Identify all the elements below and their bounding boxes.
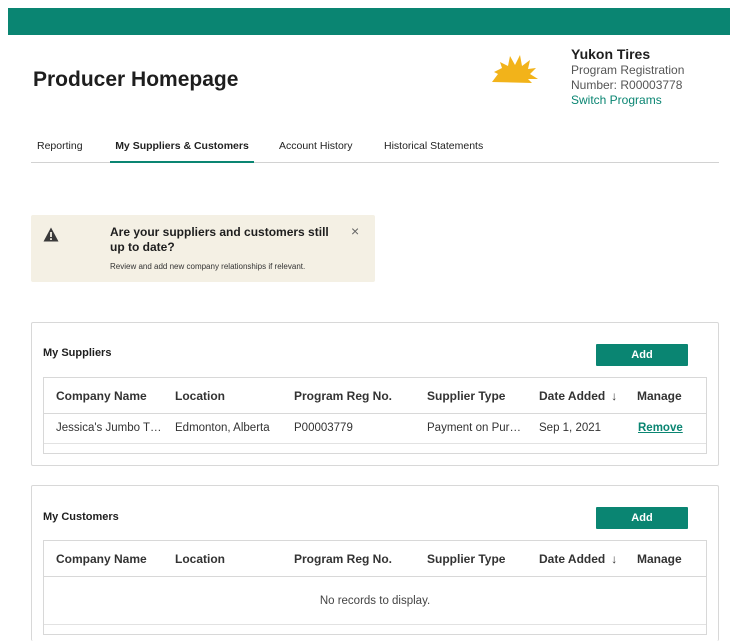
- alert-title: Are your suppliers and customers still u…: [110, 225, 329, 254]
- sort-down-icon: ↓: [611, 389, 618, 403]
- cell-company: Jessica's Jumbo T…: [56, 422, 162, 434]
- add-supplier-button[interactable]: Add: [596, 344, 688, 366]
- column-program-reg-no[interactable]: Program Reg No.: [294, 552, 392, 566]
- tab-account-history[interactable]: Account History: [279, 140, 353, 163]
- column-supplier-type[interactable]: Supplier Type: [427, 389, 505, 403]
- table-header: Company Name Location Program Reg No. Su…: [44, 378, 706, 414]
- sort-down-icon: ↓: [611, 552, 618, 566]
- suppliers-title: My Suppliers: [43, 347, 112, 359]
- cell-reg-no: P00003779: [294, 422, 353, 434]
- tab-bar: Reporting My Suppliers & Customers Accou…: [31, 140, 719, 163]
- add-customer-button[interactable]: Add: [596, 507, 688, 529]
- suppliers-card: My Suppliers Add Company Name Location P…: [31, 322, 719, 466]
- program-registration-number: Number: R00003778: [571, 78, 683, 92]
- date-added-label: Date Added: [539, 389, 606, 403]
- column-date-added[interactable]: Date Added ↓: [539, 552, 617, 566]
- cell-supplier-type: Payment on Pur…: [427, 422, 521, 434]
- warning-icon: [43, 227, 59, 242]
- empty-state-message: No records to display.: [44, 577, 706, 625]
- tab-reporting[interactable]: Reporting: [37, 140, 93, 163]
- column-company-name[interactable]: Company Name: [56, 552, 147, 566]
- table-row: Jessica's Jumbo T… Edmonton, Alberta P00…: [44, 414, 706, 444]
- cell-date-added: Sep 1, 2021: [539, 422, 602, 434]
- top-banner: [8, 8, 730, 35]
- switch-programs-link[interactable]: Switch Programs: [571, 93, 684, 108]
- column-company-name[interactable]: Company Name: [56, 389, 147, 403]
- reminder-alert: Are your suppliers and customers still u…: [31, 215, 375, 282]
- column-location[interactable]: Location: [175, 389, 225, 403]
- remove-link[interactable]: Remove: [638, 422, 683, 434]
- table-header: Company Name Location Program Reg No. Su…: [44, 541, 706, 577]
- page-title: Producer Homepage: [33, 68, 239, 91]
- customers-title: My Customers: [43, 511, 119, 523]
- column-manage: Manage: [637, 389, 682, 403]
- date-added-label: Date Added: [539, 552, 606, 566]
- suppliers-table: Company Name Location Program Reg No. Su…: [43, 377, 707, 454]
- program-registration-label: Program Registration: [571, 63, 685, 77]
- column-supplier-type[interactable]: Supplier Type: [427, 552, 505, 566]
- customers-table: Company Name Location Program Reg No. Su…: [43, 540, 707, 635]
- customers-card: My Customers Add Company Name Location P…: [31, 485, 719, 641]
- table-footer: [44, 625, 706, 634]
- cell-location: Edmonton, Alberta: [175, 422, 270, 434]
- table-footer: [44, 444, 706, 453]
- column-date-added[interactable]: Date Added ↓: [539, 389, 617, 403]
- account-info: Yukon Tires Program Registration Number:…: [571, 46, 684, 108]
- column-manage: Manage: [637, 552, 682, 566]
- column-location[interactable]: Location: [175, 552, 225, 566]
- column-program-reg-no[interactable]: Program Reg No.: [294, 389, 392, 403]
- tab-historical-statements[interactable]: Historical Statements: [384, 140, 483, 163]
- account-name: Yukon Tires: [571, 46, 651, 62]
- tab-my-suppliers-customers[interactable]: My Suppliers & Customers: [110, 140, 254, 163]
- sun-logo-icon: [492, 55, 538, 83]
- close-icon[interactable]: ×: [351, 224, 359, 238]
- alert-subtitle: Review and add new company relationships…: [110, 262, 306, 271]
